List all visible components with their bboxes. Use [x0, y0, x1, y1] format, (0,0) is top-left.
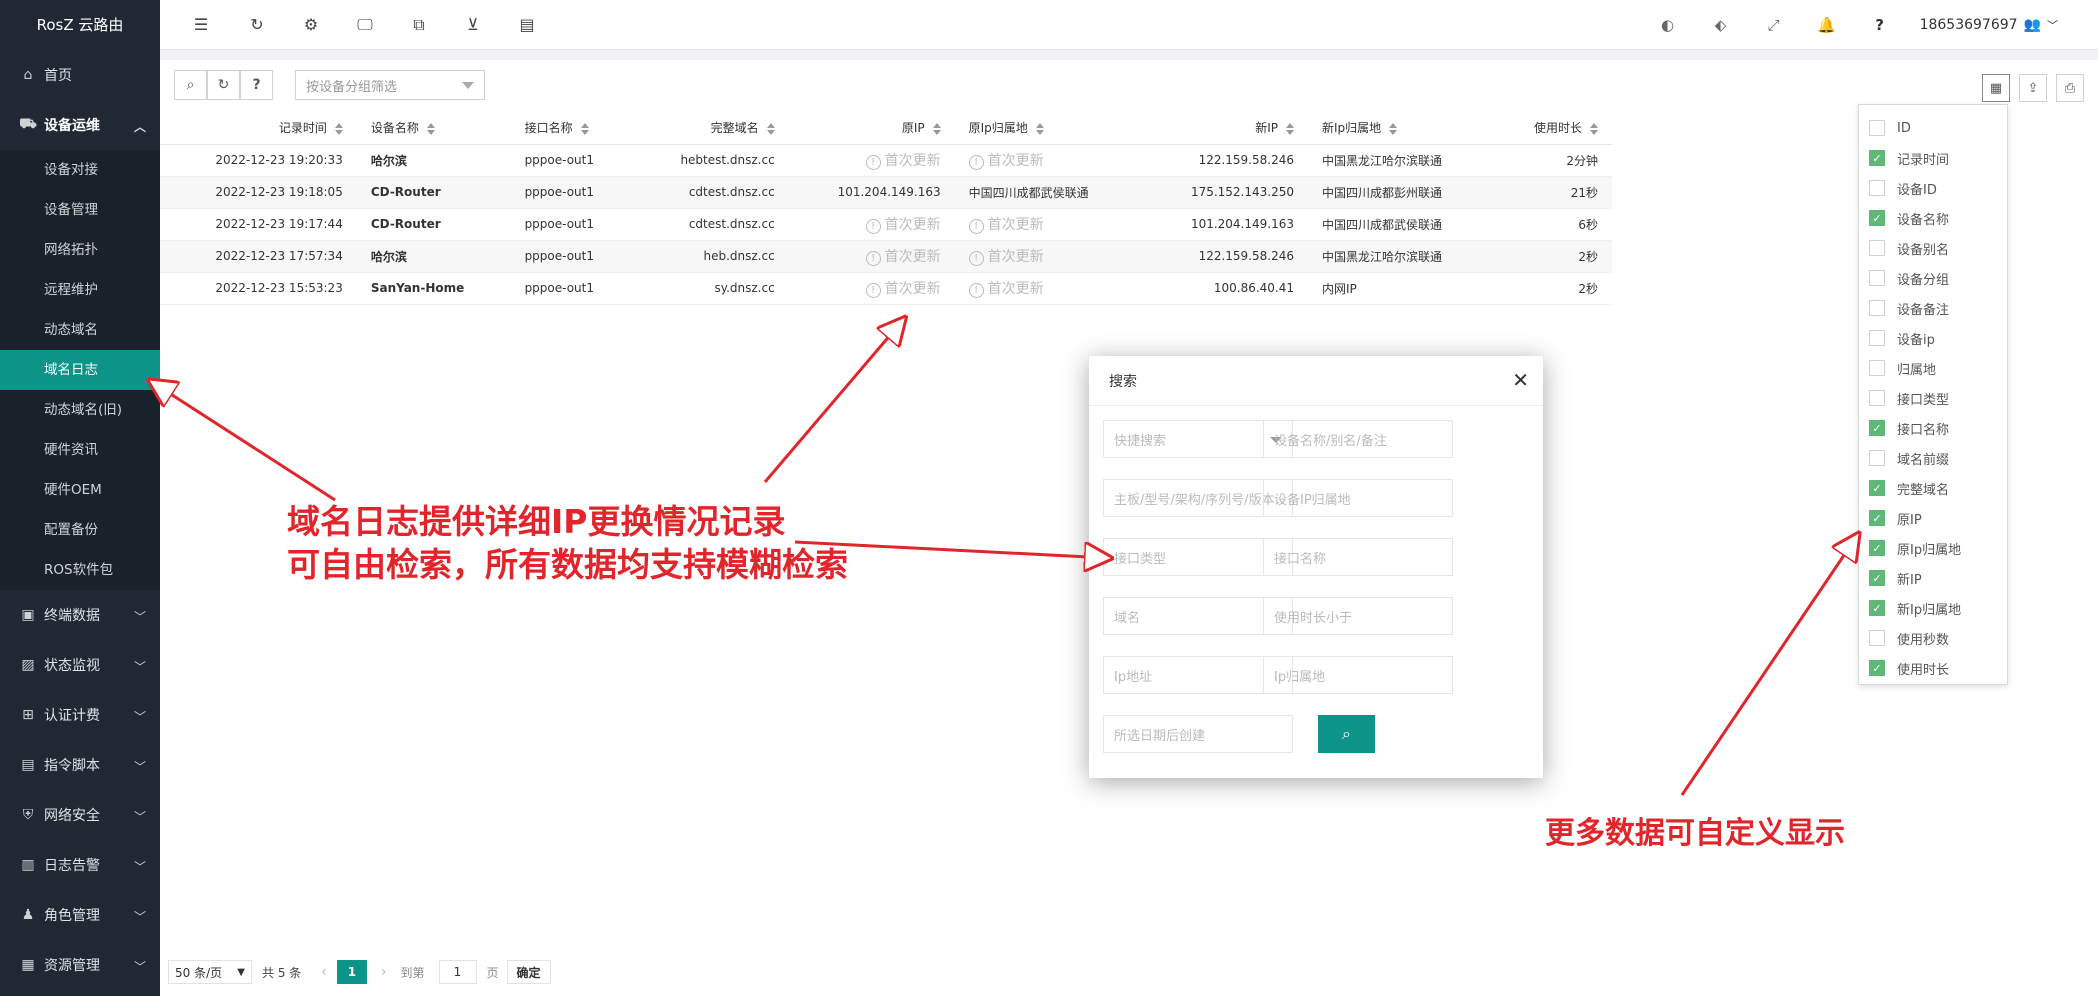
annotation-columns-note: 更多数据可自定义显示	[1545, 816, 1845, 851]
annotation-line-1: 域名日志提供详细IP更换情况记录	[287, 502, 786, 541]
arrow-to-column-picker	[1680, 536, 1857, 796]
arrow-to-sidebar	[152, 382, 336, 502]
annotation-callout: 域名日志提供详细IP更换情况记录 可自由检索，所有数据均支持模糊检索	[287, 500, 848, 586]
arrow-to-table	[763, 320, 903, 483]
annotation-line-2: 可自由检索，所有数据均支持模糊检索	[287, 545, 848, 584]
